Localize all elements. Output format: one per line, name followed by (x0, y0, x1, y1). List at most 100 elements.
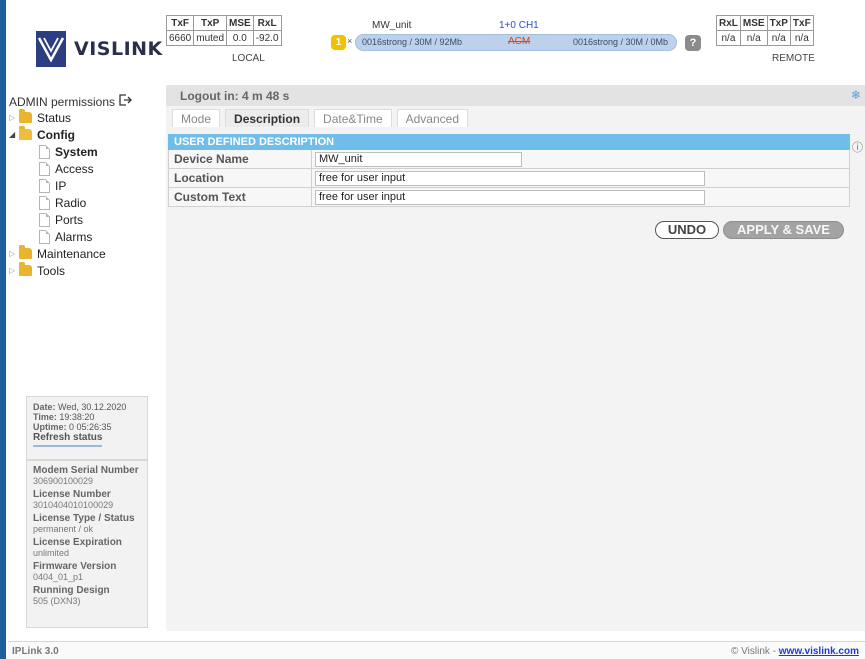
tree-item-ip[interactable]: IP (9, 177, 159, 194)
local-header-txp: TxP (193, 15, 228, 31)
remote-header-rxl: RxL (716, 15, 741, 31)
left-accent-bar (0, 0, 6, 659)
refresh-status-link[interactable]: Refresh status (33, 433, 103, 447)
tree-label-access: Access (55, 161, 94, 176)
location-input[interactable] (315, 170, 705, 186)
custom-text-input[interactable] (315, 189, 705, 205)
tab-mode[interactable]: Mode (172, 109, 221, 127)
page-icon (39, 195, 50, 210)
local-header-rxl: RxL (252, 15, 282, 31)
remote-value-rxl: n/a (716, 30, 741, 46)
firmware-version-value: 0404_01_p1 (33, 572, 84, 582)
navigation-tree: ▷ Status ◢ Config System Access IP Radio… (9, 109, 159, 279)
acm-mode-label: ACM (508, 36, 531, 47)
expand-arrow-icon[interactable]: ▷ (9, 266, 19, 275)
device-name-cell (312, 150, 849, 168)
logout-timer-bar: Logout in: 4 m 48 s ❄ (166, 85, 865, 106)
brand-name: VISLINK (74, 38, 163, 60)
tab-description[interactable]: Description (225, 109, 310, 127)
date-status-box: Date: Wed, 30.12.2020 Time: 19:38:20 Upt… (26, 396, 148, 460)
tree-item-ports[interactable]: Ports (9, 211, 159, 228)
license-type-label: License Type / Status (33, 513, 135, 524)
page-icon (39, 212, 50, 227)
admin-permissions: ADMIN permissions (9, 94, 132, 109)
uptime-value: 0 05:26:35 (69, 422, 112, 432)
expand-arrow-icon[interactable]: ▷ (9, 113, 19, 122)
unit-name: MW_unit (372, 20, 412, 31)
help-icon[interactable]: ? (685, 35, 701, 51)
folder-icon (19, 109, 32, 123)
local-value-mse: 0.0 (226, 30, 254, 46)
folder-icon (19, 245, 32, 259)
custom-text-cell (312, 188, 849, 206)
custom-text-label: Custom Text (169, 188, 312, 206)
device-info-box: Modem Serial Number 306900100029 License… (26, 460, 148, 628)
folder-icon (19, 262, 32, 276)
date-line: Date: Wed, 30.12.2020 (33, 402, 141, 412)
location-label: Location (169, 169, 312, 187)
tree-item-tools[interactable]: ▷ Tools (9, 262, 159, 279)
license-expiration-label: License Expiration (33, 537, 122, 548)
local-value-txp: muted (193, 30, 228, 46)
time-value: 19:38:20 (59, 412, 95, 422)
tree-item-alarms[interactable]: Alarms (9, 228, 159, 245)
remote-value-txf: n/a (789, 30, 814, 46)
folder-open-icon (19, 126, 32, 140)
field-row-device-name: Device Name (168, 150, 850, 169)
license-type-value: permanent / ok (33, 524, 94, 534)
tree-item-system[interactable]: System (9, 143, 159, 160)
tree-item-status[interactable]: ▷ Status (9, 109, 159, 126)
remote-value-txp: n/a (766, 30, 791, 46)
uptime-label: Uptime: (33, 422, 67, 432)
local-value-rxl: -92.0 (252, 30, 282, 46)
apply-save-button[interactable]: APPLY & SAVE (723, 221, 844, 239)
remote-header-txf: TxF (789, 15, 814, 31)
time-line: Time: 19:38:20 (33, 412, 141, 422)
copyright-text: © Vislink - (731, 646, 779, 657)
logout-timer: Logout in: 4 m 48 s (180, 89, 290, 103)
remote-stats-table: RxL MSE TxP TxF n/a n/a n/a n/a (716, 15, 814, 46)
collapse-arrow-icon[interactable]: ◢ (9, 130, 19, 139)
tree-label-system: System (55, 144, 98, 159)
local-link-status: 0016strong / 30M / 92Mb (362, 37, 463, 47)
page-icon (39, 144, 50, 159)
field-row-location: Location (168, 169, 850, 188)
time-label: Time: (33, 412, 57, 422)
license-expiration-value: unlimited (33, 548, 70, 558)
uptime-line: Uptime: 0 05:26:35 (33, 422, 141, 432)
tree-label-status: Status (37, 110, 72, 125)
undo-button[interactable]: UNDO (655, 221, 719, 239)
tree-item-maintenance[interactable]: ▷ Maintenance (9, 245, 159, 262)
vislink-website-link[interactable]: www.vislink.com (779, 646, 859, 657)
tab-advanced[interactable]: Advanced (396, 109, 468, 127)
remote-header-txp: TxP (766, 15, 791, 31)
copyright: © Vislink - www.vislink.com (731, 646, 859, 657)
local-value-txf: 6660 (165, 30, 195, 46)
section-title: USER DEFINED DESCRIPTION (168, 134, 850, 150)
info-icon[interactable]: ⓘ (852, 139, 863, 155)
tab-date-time[interactable]: Date&Time (314, 109, 392, 127)
device-name-input[interactable] (315, 151, 522, 167)
remote-link-status: 0016strong / 30M / 0Mb (572, 37, 668, 47)
tree-label-alarms: Alarms (55, 229, 93, 244)
local-header-mse: MSE (226, 15, 254, 31)
logout-icon[interactable] (119, 94, 132, 109)
tree-label-maintenance: Maintenance (37, 246, 106, 261)
tree-item-config[interactable]: ◢ Config (9, 126, 159, 143)
link-number-badge[interactable]: 1 (331, 35, 346, 50)
remote-header-mse: MSE (739, 15, 768, 31)
main-panel: Logout in: 4 m 48 s ❄ Mode Description D… (166, 85, 865, 631)
product-version: IPLink 3.0 (12, 646, 59, 657)
firmware-version-label: Firmware Version (33, 561, 117, 572)
tree-label-config: Config (37, 127, 75, 142)
vislink-logo: VISLINK (36, 30, 162, 68)
tree-item-radio[interactable]: Radio (9, 194, 159, 211)
settings-gear-icon[interactable]: ❄ (851, 88, 861, 102)
remote-label: REMOTE (772, 53, 815, 64)
device-name-label: Device Name (169, 150, 312, 168)
date-label: Date: (33, 402, 56, 412)
tree-item-access[interactable]: Access (9, 160, 159, 177)
remote-value-mse: n/a (739, 30, 768, 46)
channel-label: 1+0 CH1 (499, 20, 539, 31)
expand-arrow-icon[interactable]: ▷ (9, 249, 19, 258)
